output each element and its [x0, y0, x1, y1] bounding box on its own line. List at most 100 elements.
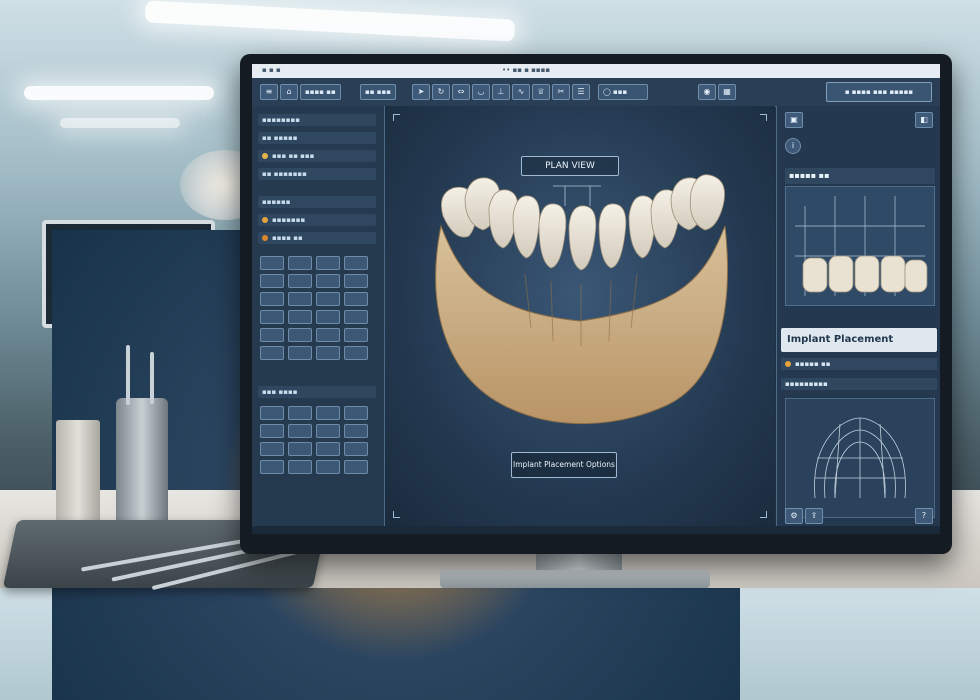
tooth-icon[interactable]: ◡: [472, 84, 490, 100]
help-icon[interactable]: ?: [915, 508, 933, 524]
left-panel-item[interactable]: ▪▪▪▪▪▪▪▪: [258, 114, 376, 126]
grid-icon[interactable]: ▦: [718, 84, 736, 100]
toggle-icon[interactable]: ◧: [915, 112, 933, 128]
tool-grid-button[interactable]: [288, 328, 312, 342]
toolbar-tab[interactable]: ▪▪▪▪ ▪▪: [300, 84, 341, 100]
tool-grid-button[interactable]: [288, 256, 312, 270]
tool-grid-button[interactable]: [344, 460, 368, 474]
tooth: [512, 195, 540, 259]
tooth: [689, 174, 726, 231]
tool-grid-button[interactable]: [288, 310, 312, 324]
measure-icon[interactable]: ⇔: [452, 84, 470, 100]
tool-grid-button[interactable]: [344, 346, 368, 360]
background-monitor: [42, 220, 740, 700]
tooth: [598, 203, 627, 269]
tool-grid-button[interactable]: [344, 310, 368, 324]
cursor-icon[interactable]: ➤: [412, 84, 430, 100]
tool-grid-button[interactable]: [344, 274, 368, 288]
tool-grid-button[interactable]: [344, 406, 368, 420]
tool-grid-button[interactable]: [316, 442, 340, 456]
tool-grid-button[interactable]: [316, 406, 340, 420]
left-panel-item[interactable]: ▪▪▪▪▪▪: [258, 196, 376, 208]
status-dot: [262, 217, 268, 223]
tool-grid-button[interactable]: [288, 292, 312, 306]
status-dot: [262, 153, 268, 159]
export-icon[interactable]: ⇪: [805, 508, 823, 524]
tool-grid-button[interactable]: [316, 292, 340, 306]
tool-grid-button[interactable]: [316, 346, 340, 360]
tool-grid-button[interactable]: [288, 424, 312, 438]
ceiling-light: [24, 86, 214, 100]
tool-grid-button[interactable]: [260, 406, 284, 420]
status-bar: [252, 526, 940, 534]
layers-icon[interactable]: ☰: [572, 84, 590, 100]
ceiling-light: [144, 0, 516, 42]
tool-grid-button[interactable]: [288, 406, 312, 420]
tool-grid-button[interactable]: [316, 424, 340, 438]
left-panel-item[interactable]: ▪▪ ▪▪▪▪▪: [258, 132, 376, 144]
tooth: [538, 203, 567, 269]
tooth: [568, 205, 597, 271]
settings-icon[interactable]: ⚙: [785, 508, 803, 524]
tool-grid-button[interactable]: [288, 460, 312, 474]
tool-grid-button[interactable]: [316, 328, 340, 342]
tool-grid-button[interactable]: [260, 292, 284, 306]
tool-grid-button[interactable]: [344, 442, 368, 456]
menu-icon[interactable]: ≡: [260, 84, 278, 100]
left-panel-item[interactable]: ▪▪▪▪▪▪▪: [258, 214, 376, 226]
3d-viewport[interactable]: PLAN VIEW Implant Placement Options: [385, 106, 775, 526]
tool-grid-button[interactable]: [344, 328, 368, 342]
tool-grid-button[interactable]: [288, 274, 312, 288]
tool-grid-button[interactable]: [260, 424, 284, 438]
tool-grid-button[interactable]: [288, 346, 312, 360]
tool-grid-button[interactable]: [260, 442, 284, 456]
tool-grid-button[interactable]: [260, 328, 284, 342]
view-icon[interactable]: ▣: [785, 112, 803, 128]
cut-icon[interactable]: ✂: [552, 84, 570, 100]
tool-grid-button[interactable]: [288, 442, 312, 456]
tool-grid-button[interactable]: [316, 274, 340, 288]
toolbar-action-button[interactable]: ▪ ▪▪▪▪ ▪▪▪ ▪▪▪▪▪: [826, 82, 932, 102]
home-icon[interactable]: ⌂: [280, 84, 298, 100]
right-panel: ▣ ◧ i ▪▪▪▪▪ ▪▪ Implant Placement ▪▪▪▪▪ ▪…: [776, 106, 940, 526]
eye-icon[interactable]: ◉: [698, 84, 716, 100]
left-panel-item[interactable]: ▪▪▪ ▪▪▪▪: [258, 386, 376, 398]
tool-grid-button[interactable]: [316, 256, 340, 270]
ceiling-light: [60, 118, 180, 128]
implant-placement-options-title: Implant Placement Options: [781, 328, 937, 369]
toolbar-tab[interactable]: ◯ ▪▪▪: [598, 84, 648, 100]
nerve-icon[interactable]: ∿: [512, 84, 530, 100]
tool-grid-button[interactable]: [344, 256, 368, 270]
title-bar-center-text: •• ▪▪ ▪ ▪▪▪▪: [502, 66, 551, 74]
tool-grid-button[interactable]: [316, 460, 340, 474]
preview-teeth: [802, 255, 928, 293]
left-panel-item[interactable]: ▪▪▪ ▪▪ ▪▪▪: [258, 150, 376, 162]
tool-grid-button[interactable]: [344, 424, 368, 438]
teeth: [440, 174, 726, 271]
right-panel-header: ▪▪▪▪▪ ▪▪: [785, 168, 935, 184]
option-row-label: ▪▪▪▪▪ ▪▪: [795, 360, 831, 368]
cup: [56, 420, 100, 528]
info-icon[interactable]: i: [785, 138, 801, 154]
left-panel-item-label: ▪▪▪▪▪▪▪: [272, 216, 306, 224]
left-panel-item[interactable]: ▪▪ ▪▪▪▪▪▪▪: [258, 168, 376, 180]
tool-grid-button[interactable]: [260, 460, 284, 474]
status-dot: [262, 235, 268, 241]
left-panel-item[interactable]: ▪▪▪▪ ▪▪: [258, 232, 376, 244]
tool-grid-button[interactable]: [260, 256, 284, 270]
tool-grid-button[interactable]: [260, 346, 284, 360]
tool-grid-button[interactable]: [344, 292, 368, 306]
implant-icon[interactable]: ⊥: [492, 84, 510, 100]
tool-grid-button[interactable]: [260, 274, 284, 288]
option-row[interactable]: ▪▪▪▪▪ ▪▪: [781, 358, 937, 370]
implant-placement-options-button[interactable]: Implant Placement Options: [511, 452, 617, 478]
tool-grid-button[interactable]: [260, 310, 284, 324]
option-row[interactable]: ▪▪▪▪▪▪▪▪▪: [781, 378, 937, 390]
rotate-icon[interactable]: ↻: [432, 84, 450, 100]
dental-instrument: [150, 352, 154, 404]
crown-icon[interactable]: ♕: [532, 84, 550, 100]
monitor: ▪ ▪ ▪ •• ▪▪ ▪ ▪▪▪▪ ≡ ⌂ ▪▪▪▪ ▪▪ ▪▪ ▪▪▪ ➤ …: [240, 54, 952, 554]
toolbar-tab[interactable]: ▪▪ ▪▪▪: [360, 84, 396, 100]
title-bar: ▪ ▪ ▪ •• ▪▪ ▪ ▪▪▪▪: [252, 64, 940, 78]
tool-grid-button[interactable]: [316, 310, 340, 324]
